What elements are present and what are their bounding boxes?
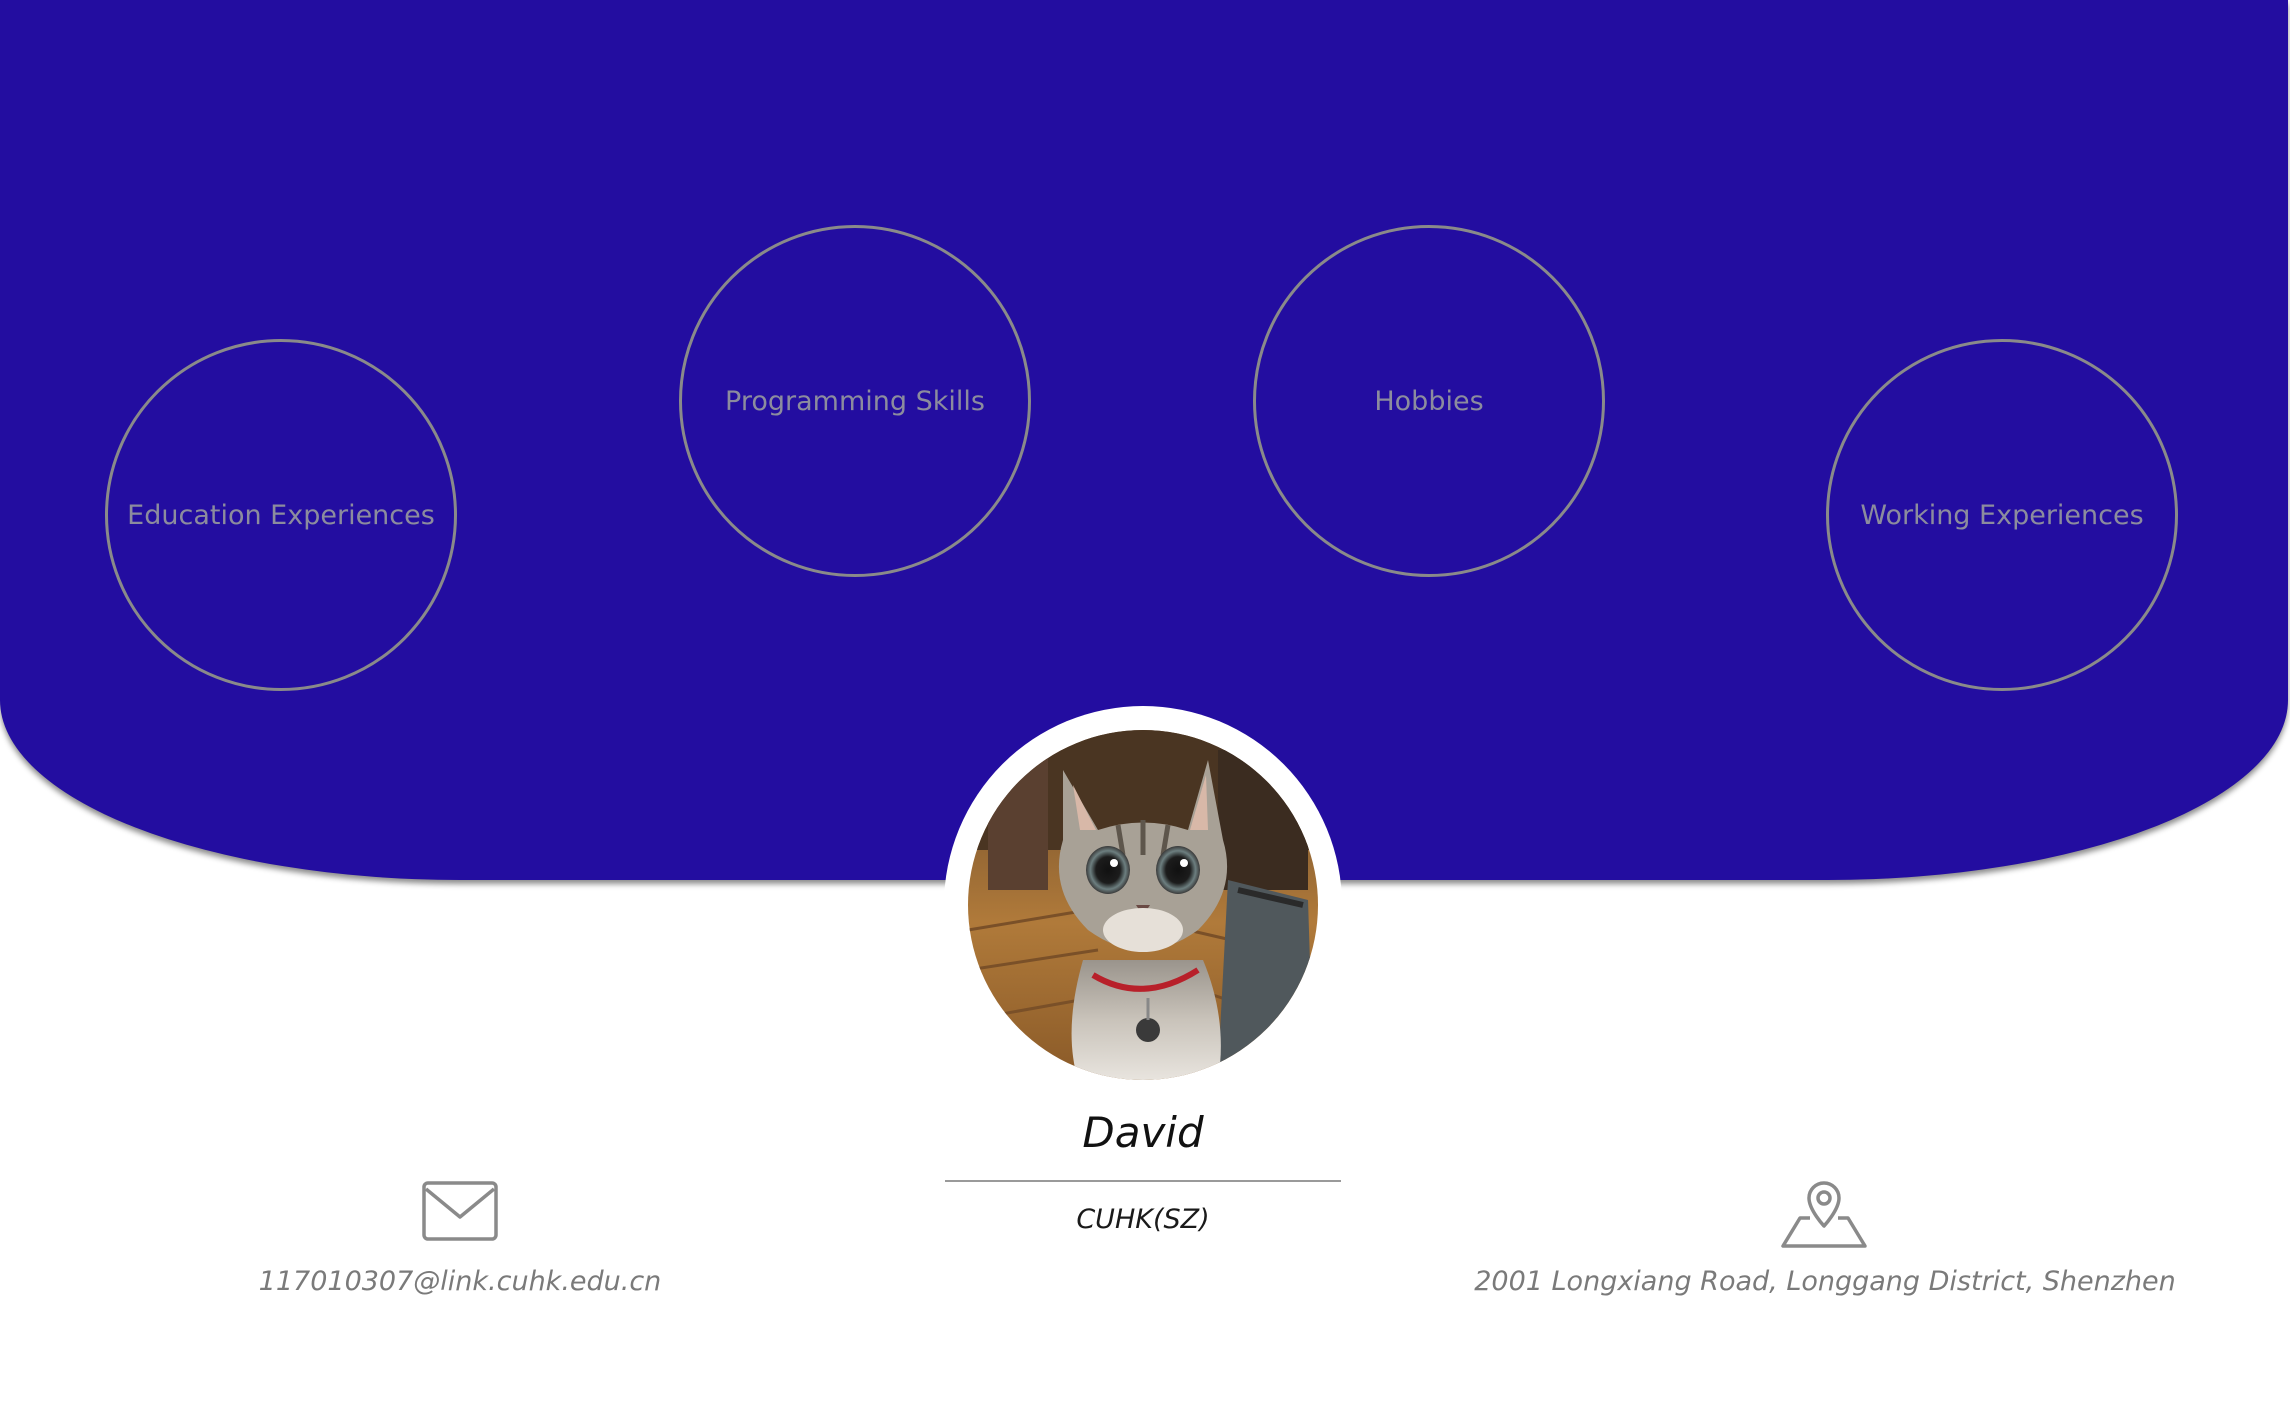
address-text: 2001 Longxiang Road, Longgang District, … <box>1474 1266 2176 1297</box>
nav-working-experiences[interactable]: Working Experiences <box>1826 339 2178 691</box>
envelope-icon <box>422 1181 498 1241</box>
nav-hobbies[interactable]: Hobbies <box>1253 225 1605 577</box>
nav-education-label: Education Experiences <box>127 499 435 531</box>
name-divider <box>945 1180 1341 1182</box>
nav-hobbies-label: Hobbies <box>1374 385 1484 417</box>
nav-programming-label: Programming Skills <box>725 385 985 417</box>
nav-working-label: Working Experiences <box>1860 499 2144 531</box>
nav-programming-skills[interactable]: Programming Skills <box>679 225 1031 577</box>
profile-organization: CUHK(SZ) <box>1076 1204 1210 1235</box>
map-pin-icon <box>1781 1181 1867 1248</box>
avatar <box>968 730 1318 1080</box>
page: Education Experiences Programming Skills… <box>0 0 2290 1426</box>
profile-name: David <box>1082 1108 1204 1157</box>
email-text[interactable]: 117010307@link.cuhk.edu.cn <box>180 1266 740 1297</box>
nav-education-experiences[interactable]: Education Experiences <box>105 339 457 691</box>
avatar-frame <box>944 706 1342 1104</box>
